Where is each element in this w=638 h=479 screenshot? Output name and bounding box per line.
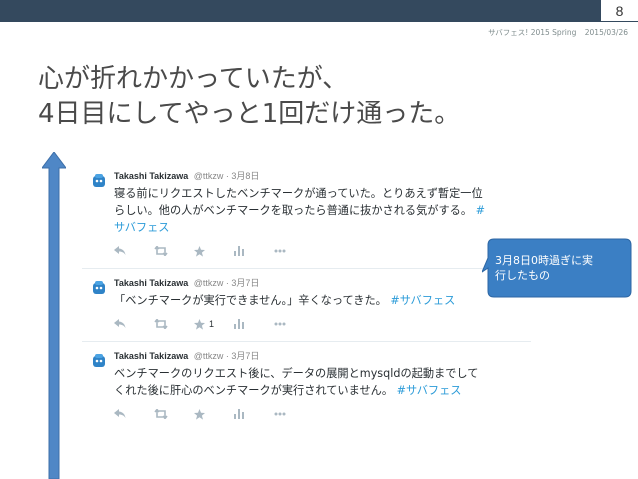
slide-title: 心が折れかかっていたが、 4日目にしてやっと1回だけ通った。 [38, 62, 460, 132]
tweet-meta[interactable]: @ttkzw · 3月7日 [194, 278, 260, 288]
tweet[interactable]: Takashi Takizawa @ttkzw · 3月8日 寝る前にリクエスト… [82, 162, 531, 268]
favorite-icon [194, 245, 205, 257]
tweet-meta[interactable]: @ttkzw · 3月8日 [194, 171, 260, 181]
slide-title-line2: 4日目にしてやっと1回だけ通った。 [38, 99, 461, 129]
slide-title-line1: 心が折れかかっていたが、 [38, 64, 349, 94]
stats-icon [234, 319, 244, 329]
tweet-header: Takashi Takizawa @ttkzw · 3月7日 [114, 350, 531, 363]
timeline-up-arrow [42, 152, 66, 479]
more-button[interactable] [274, 249, 302, 253]
more-icon [274, 322, 286, 326]
tweet-author[interactable]: Takashi Takizawa [114, 171, 188, 181]
top-bar [0, 0, 600, 22]
retweet-button[interactable] [154, 246, 182, 256]
hashtag-link[interactable]: #サバフェス [390, 294, 455, 307]
reply-button[interactable] [114, 409, 142, 419]
slide-date: 2015/03/26 [584, 28, 628, 37]
tweet-author[interactable]: Takashi Takizawa [114, 278, 188, 288]
more-icon [274, 412, 286, 416]
event-name: サバフェス! 2015 Spring [488, 28, 577, 37]
retweet-icon [154, 409, 168, 419]
tweet-text-line: 「ベンチマークが実行できません。」辛くなってきた。 [114, 294, 387, 307]
stats-button[interactable] [234, 409, 262, 419]
slide-footer-info: サバフェス! 2015 Spring 2015/03/26 [482, 27, 628, 38]
tweet-text-line: くれた後に肝心のベンチマークが実行されていません。 [114, 384, 394, 397]
tweet-text-line: らしい。他の人がベンチマークを取ったら普通に抜かされる気がする。 [114, 204, 473, 217]
tweet-text-line: 寝る前にリクエストしたベンチマークが通っていた。とりあえず暫定一位 [114, 187, 483, 200]
favorite-count: 1 [209, 319, 215, 329]
tweet-header: Takashi Takizawa @ttkzw · 3月8日 [114, 170, 531, 183]
retweet-button[interactable] [154, 409, 182, 419]
tweet-actions [114, 240, 531, 262]
stats-button[interactable] [234, 246, 262, 256]
stats-button[interactable] [234, 319, 262, 329]
tweet-text: ベンチマークのリクエスト後に、データの展開とmysqldの起動までして くれた後… [114, 365, 531, 399]
tweet-list: Takashi Takizawa @ttkzw · 3月8日 寝る前にリクエスト… [82, 162, 531, 431]
tweet-author[interactable]: Takashi Takizawa [114, 351, 188, 361]
tweet-actions: 1 [114, 313, 531, 335]
reply-icon [114, 246, 126, 255]
hashtag-link[interactable]: #サバフェス [397, 384, 462, 397]
tweet[interactable]: Takashi Takizawa @ttkzw · 3月7日 ベンチマークのリク… [82, 341, 531, 431]
hashtag-link[interactable]: # [476, 204, 485, 217]
tweet[interactable]: Takashi Takizawa @ttkzw · 3月7日 「ベンチマークが実… [82, 268, 531, 341]
callout-line: 行したもの [495, 269, 550, 282]
page-number: 8 [600, 0, 638, 22]
tweet-text-line: ベンチマークのリクエスト後に、データの展開とmysqldの起動までして [114, 367, 479, 380]
tweet-header: Takashi Takizawa @ttkzw · 3月7日 [114, 277, 531, 290]
callout-text: 3月8日0時過ぎに実 行したもの [495, 253, 625, 283]
tweet-text: 「ベンチマークが実行できません。」辛くなってきた。 #サバフェス [114, 292, 531, 309]
callout-line: 3月8日0時過ぎに実 [495, 254, 593, 267]
stats-icon [234, 409, 244, 419]
more-button[interactable] [274, 322, 302, 326]
more-button[interactable] [274, 412, 302, 416]
tweet-meta[interactable]: @ttkzw · 3月7日 [194, 351, 260, 361]
reply-icon [114, 409, 126, 418]
retweet-button[interactable] [154, 319, 182, 329]
reply-button[interactable] [114, 246, 142, 256]
favorite-icon [194, 408, 205, 420]
reply-icon [114, 319, 126, 328]
avatar-icon[interactable] [90, 172, 108, 190]
tweet-actions [114, 403, 531, 425]
favorite-button[interactable] [194, 408, 222, 420]
tweet-text: 寝る前にリクエストしたベンチマークが通っていた。とりあえず暫定一位 らしい。他の… [114, 185, 531, 236]
avatar-icon[interactable] [90, 352, 108, 370]
hashtag-link[interactable]: サバフェス [114, 221, 170, 234]
reply-button[interactable] [114, 319, 142, 329]
favorite-button[interactable]: 1 [194, 318, 222, 330]
stats-icon [234, 246, 244, 256]
favorite-icon [194, 318, 205, 330]
avatar-icon[interactable] [90, 279, 108, 297]
more-icon [274, 249, 286, 253]
retweet-icon [154, 319, 168, 329]
retweet-icon [154, 246, 168, 256]
favorite-button[interactable] [194, 245, 222, 257]
